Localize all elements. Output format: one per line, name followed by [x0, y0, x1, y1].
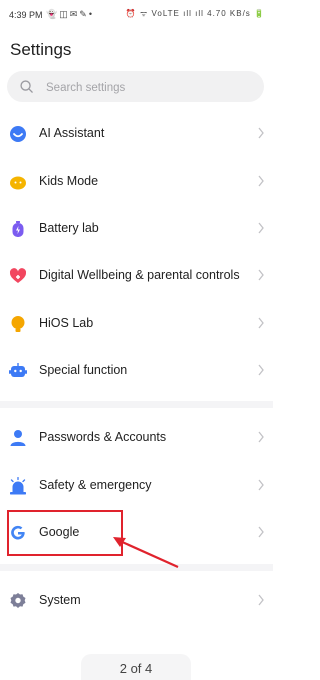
search-input[interactable]	[44, 76, 258, 99]
settings-item-system[interactable]: System	[0, 578, 273, 624]
item-label: AI Assistant	[39, 126, 105, 140]
status-right-icons: ⏰ ᯤ VoLTE ıll ıll 4.70 KB/s 🔋	[125, 9, 265, 18]
item-label: Special function	[39, 363, 128, 377]
settings-item-digital-wellbeing[interactable]: Digital Wellbeing & parental controls	[0, 253, 273, 299]
chevron-right-icon	[258, 431, 264, 443]
person-icon	[10, 430, 26, 446]
instagram-icon: ◫	[59, 9, 70, 19]
section-divider	[0, 401, 273, 408]
robot-icon	[9, 363, 27, 377]
item-label: Kids Mode	[39, 174, 99, 188]
item-label: Digital Wellbeing & parental controls	[39, 268, 240, 282]
page-indicator: 2 of 4	[119, 661, 153, 676]
settings-item-kids-mode[interactable]: Kids Mode	[0, 159, 273, 205]
bulb-icon	[11, 316, 25, 332]
status-bar: 4:39 PM 👻◫✉✎• ⏰ ᯤ VoLTE ıll ıll 4.70 KB/…	[0, 0, 273, 30]
chevron-right-icon	[258, 127, 264, 139]
item-label: HiOS Lab	[39, 316, 94, 330]
alarm-icon	[10, 477, 26, 495]
settings-item-special-function[interactable]: Special function	[0, 348, 273, 394]
annotation-highlight-box	[7, 510, 123, 556]
message-icon: ✉	[69, 9, 80, 19]
status-time: 4:39 PM	[9, 10, 43, 20]
chevron-right-icon	[258, 594, 264, 606]
item-label: Safety & emergency	[39, 478, 152, 492]
settings-item-safety-emergency[interactable]: Safety & emergency	[0, 463, 273, 509]
settings-item-ai-assistant[interactable]: AI Assistant	[0, 111, 273, 157]
notification-icons: 👻◫✉✎•	[46, 9, 94, 20]
dot-icon: •	[88, 9, 94, 19]
page-title: Settings	[10, 40, 72, 59]
annotation-arrow-icon	[113, 537, 179, 569]
gear-icon	[10, 593, 26, 608]
chevron-right-icon	[258, 526, 264, 538]
settings-item-passwords-accounts[interactable]: Passwords & Accounts	[0, 415, 273, 461]
item-label: Passwords & Accounts	[39, 430, 167, 444]
chevron-right-icon	[258, 175, 264, 187]
chevron-right-icon	[258, 479, 264, 491]
chevron-right-icon	[258, 317, 264, 329]
heart-icon	[9, 268, 27, 283]
battery-icon	[12, 221, 24, 237]
page-indicator-pill: 2 of 4	[81, 654, 191, 680]
kids-mode-icon	[10, 176, 26, 190]
search-icon	[20, 80, 33, 93]
chevron-right-icon	[258, 364, 264, 376]
search-bar[interactable]	[7, 71, 264, 102]
tool-icon: ✎	[79, 9, 89, 19]
settings-item-battery-lab[interactable]: Battery lab	[0, 206, 273, 252]
item-label: System	[39, 593, 81, 607]
chevron-right-icon	[258, 269, 264, 281]
chevron-right-icon	[258, 222, 264, 234]
ai-assistant-icon	[10, 126, 26, 142]
snapchat-icon: 👻	[46, 9, 60, 19]
settings-item-hios-lab[interactable]: HiOS Lab	[0, 301, 273, 347]
item-label: Battery lab	[39, 221, 99, 235]
